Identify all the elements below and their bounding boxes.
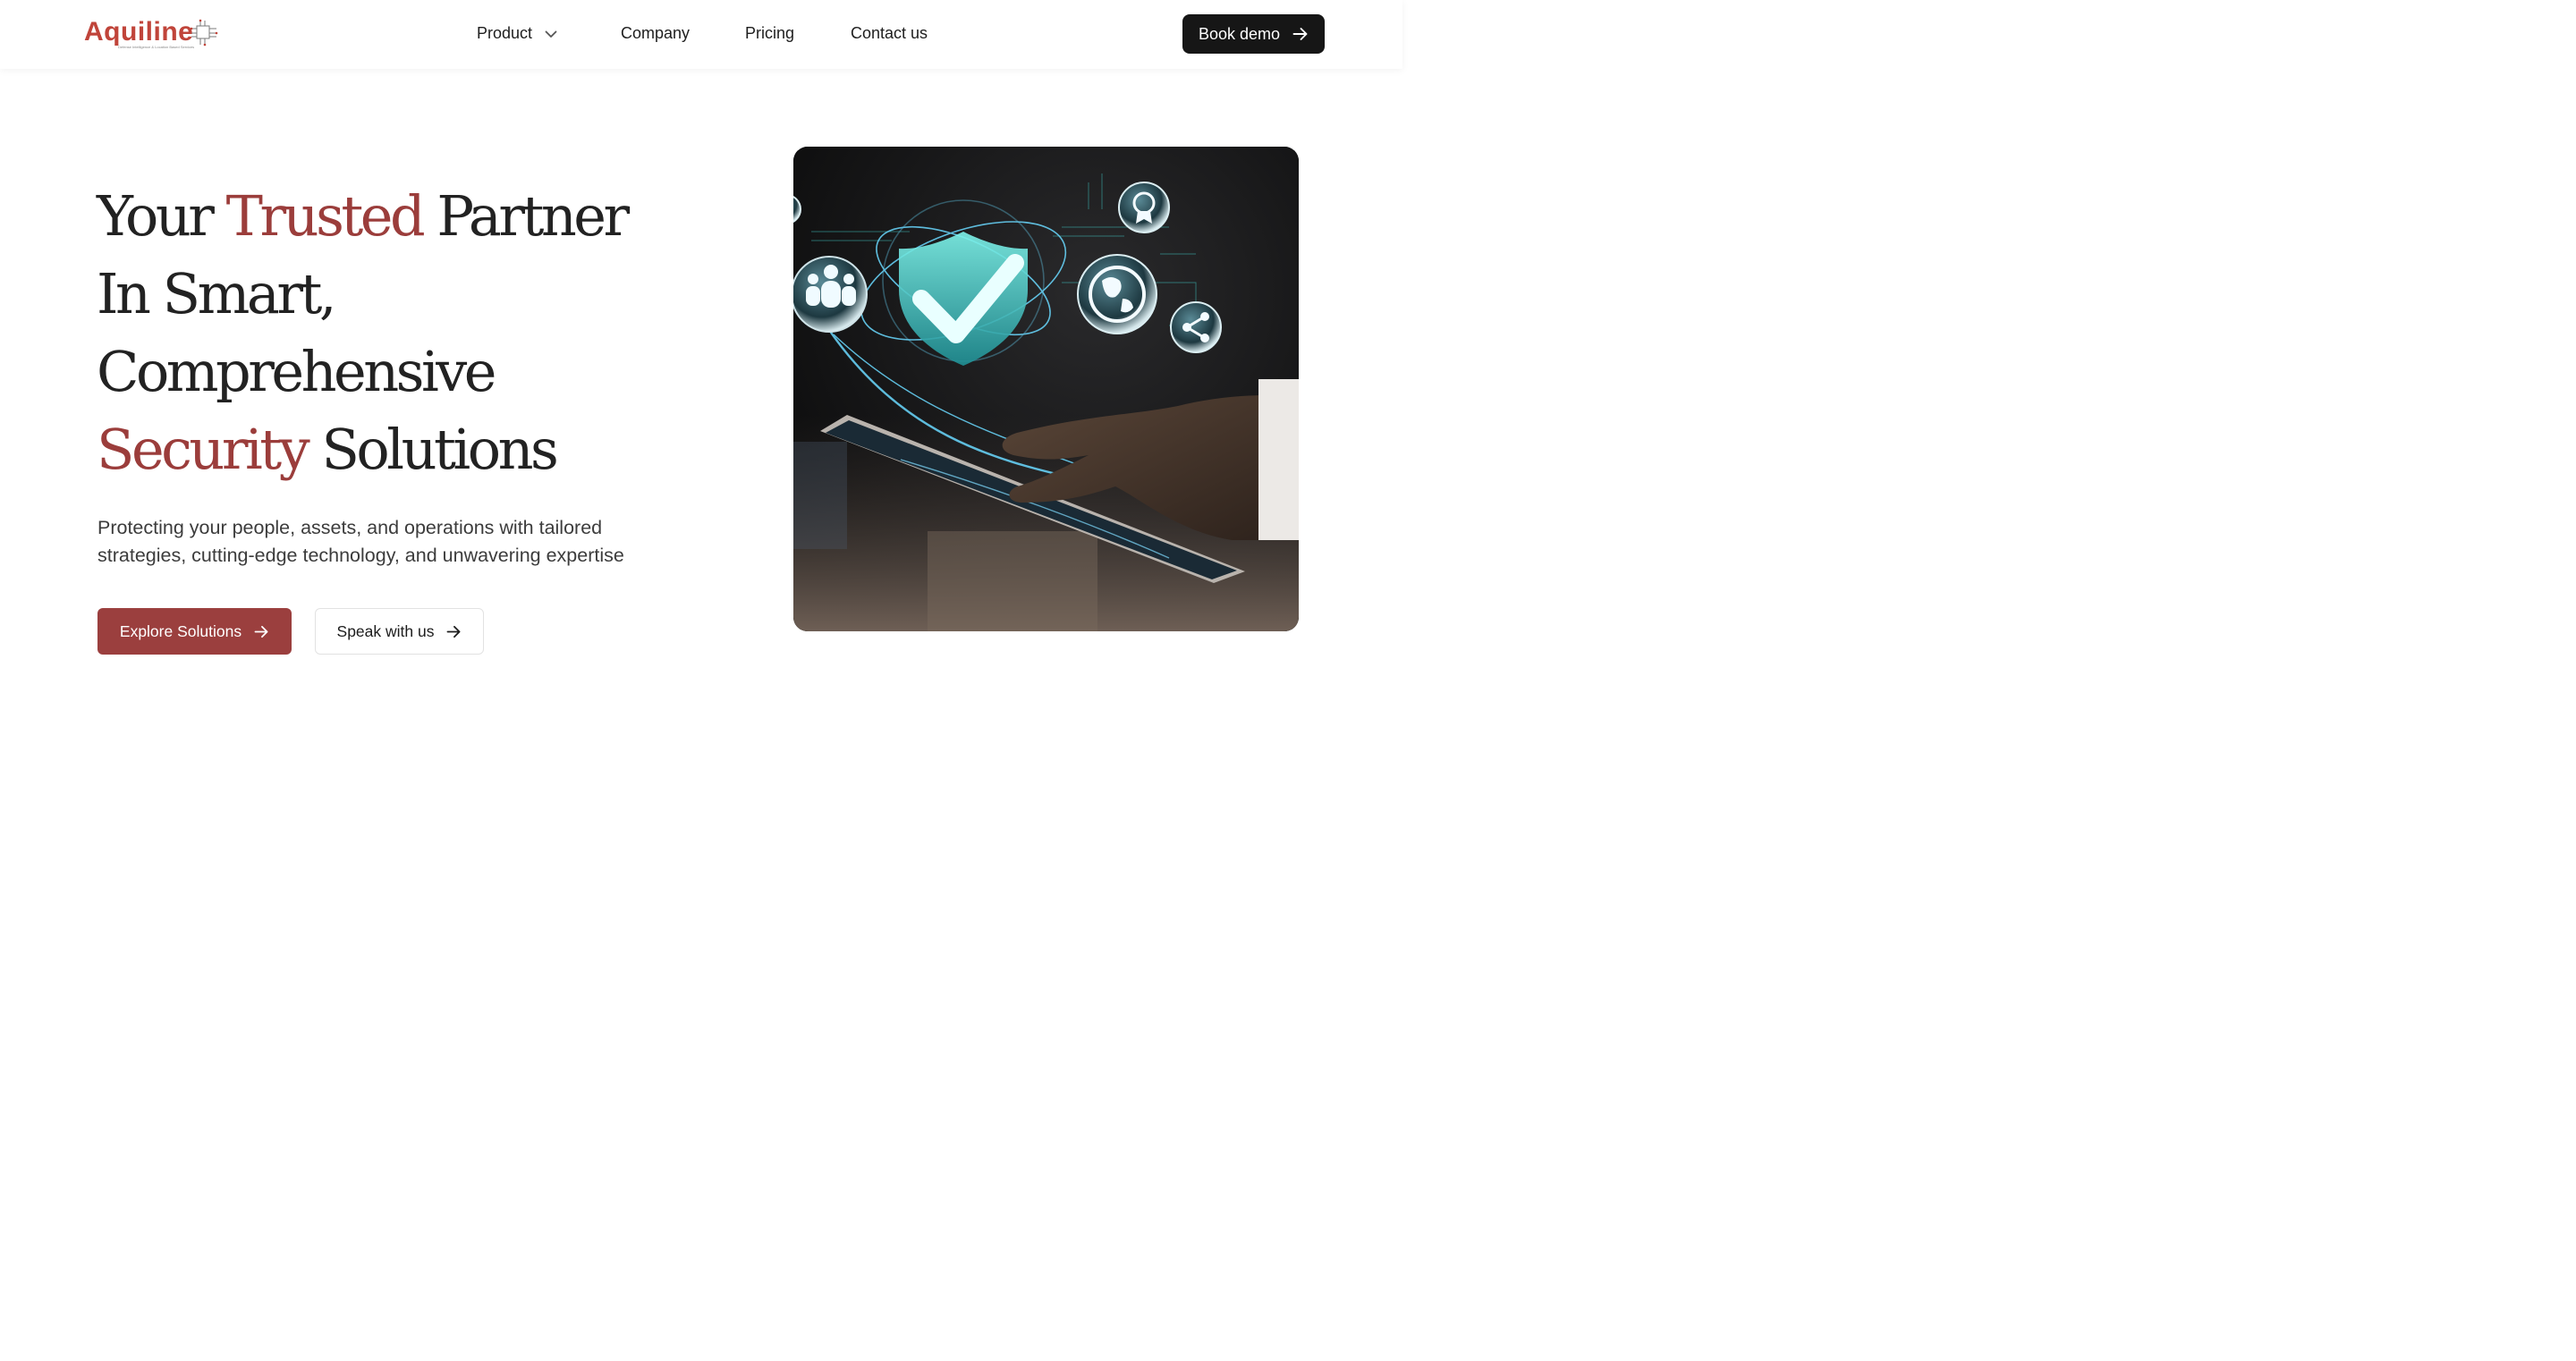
headline-word: Partner — [436, 183, 630, 249]
headline-accent-security: Security — [97, 417, 310, 482]
circuit-logo-icon — [190, 19, 218, 46]
nav-product-label: Product — [477, 24, 533, 42]
hero-subtitle: Protecting your people, assets, and oper… — [97, 517, 624, 566]
nav-company[interactable]: Company — [621, 24, 690, 43]
people-icon — [793, 256, 868, 333]
headline-accent-trusted: Trusted — [225, 183, 426, 249]
arrow-right-icon — [447, 625, 461, 638]
security-illustration — [793, 147, 1299, 631]
speak-with-us-button[interactable]: Speak with us — [315, 608, 484, 655]
chevron-down-icon — [545, 30, 557, 38]
brand-tagline: Defense Intelligence & Location Based Se… — [118, 45, 195, 49]
nav-product[interactable]: Product — [477, 24, 557, 43]
book-demo-label: Book demo — [1198, 24, 1281, 43]
nav-contact[interactable]: Contact us — [851, 24, 928, 43]
site-header: Aquiline Defense Intelligence & Location… — [0, 0, 1402, 69]
globe-icon — [1077, 254, 1157, 334]
explore-solutions-label: Explore Solutions — [119, 621, 242, 640]
explore-solutions-button[interactable]: Explore Solutions — [97, 608, 292, 655]
headline-word: Your — [97, 183, 215, 249]
arrow-right-icon — [1292, 28, 1308, 40]
hero-headline: Your Trusted Partner In Smart, Comprehen… — [97, 177, 669, 488]
hero-image — [793, 147, 1299, 631]
share-icon — [1170, 301, 1222, 353]
speak-with-us-label: Speak with us — [336, 621, 435, 640]
brand-name: Aquiline — [84, 17, 194, 46]
headline-line: Comprehensive — [97, 339, 497, 404]
headline-line: In Smart, — [97, 261, 337, 326]
headline-word: Solutions — [321, 417, 558, 482]
nav-pricing[interactable]: Pricing — [745, 24, 794, 43]
book-demo-button[interactable]: Book demo — [1182, 14, 1325, 54]
arrow-right-icon — [254, 625, 268, 638]
award-icon — [1118, 182, 1170, 233]
